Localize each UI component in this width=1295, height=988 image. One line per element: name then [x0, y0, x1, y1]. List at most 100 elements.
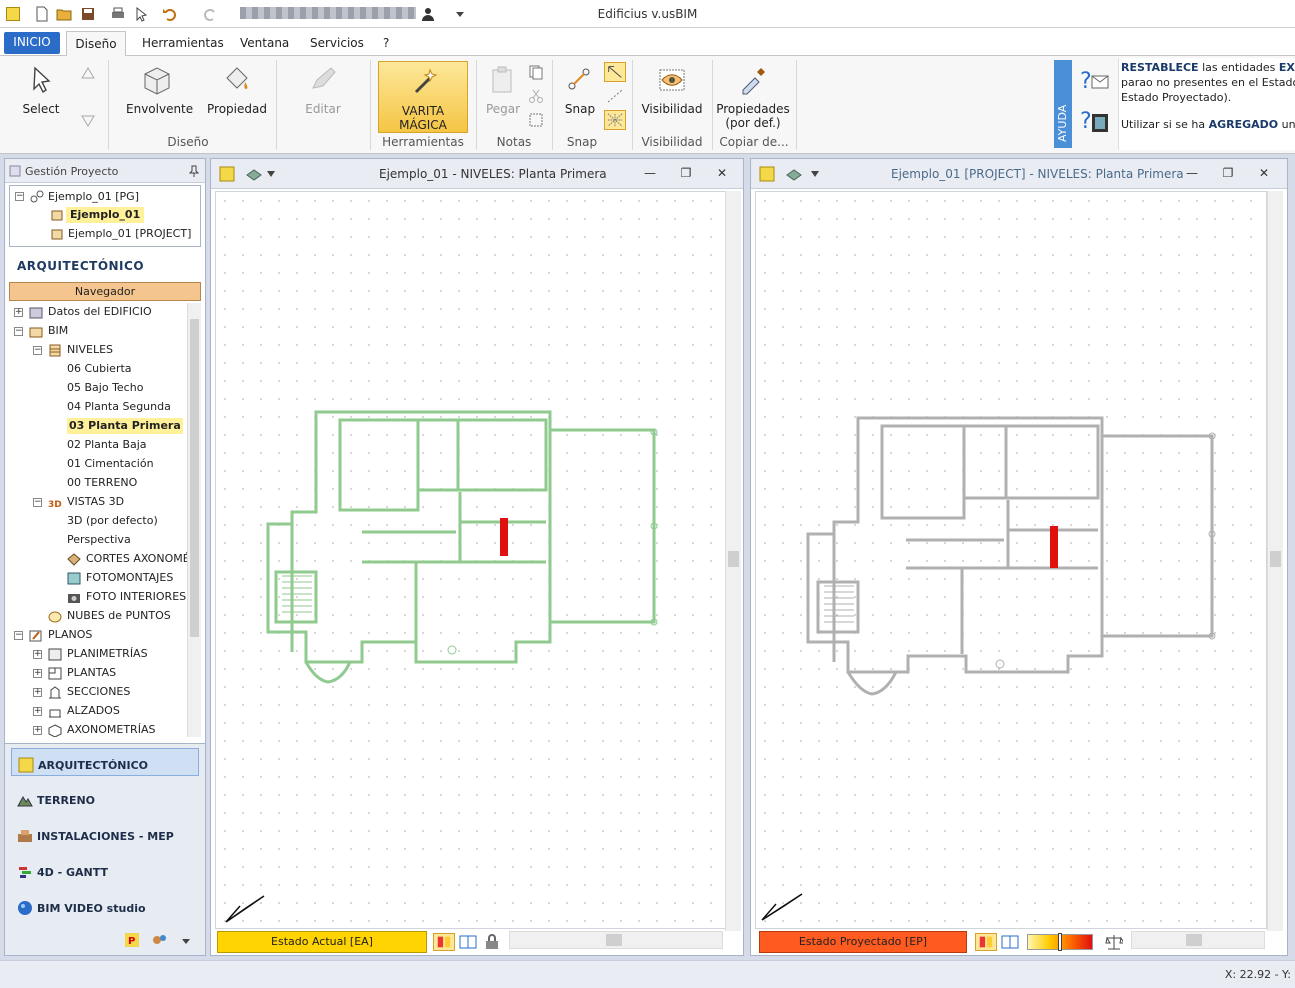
tab-herramientas[interactable]: Herramientas	[142, 36, 224, 50]
tab-ventana[interactable]: Ventana	[240, 36, 289, 50]
collapse-toggle[interactable]: −	[33, 346, 42, 355]
expand-toggle[interactable]: +	[33, 669, 42, 678]
scrollbar-thumb[interactable]	[606, 934, 622, 946]
module-terreno[interactable]: TERRENO	[11, 784, 199, 812]
cut-icon[interactable]	[528, 88, 544, 104]
propiedad-button[interactable]: Propiedad	[206, 64, 268, 116]
nav-item-niveles[interactable]: NIVELES	[67, 342, 113, 358]
tab-inicio[interactable]: INICIO	[4, 32, 60, 54]
nav-item-level-00[interactable]: 00 TERRENO	[67, 475, 137, 491]
nav-item-level-01[interactable]: 01 Cimentación	[67, 456, 154, 472]
nav-item-perspectiva[interactable]: Perspectiva	[67, 532, 131, 548]
snap-line-icon[interactable]	[604, 86, 626, 106]
nav-item-foto-interiores[interactable]: FOTO INTERIORES	[86, 589, 186, 605]
navigator-scrollbar[interactable]	[187, 303, 201, 737]
nav-item-alzados[interactable]: ALZADOS	[67, 703, 120, 719]
split-view-icon[interactable]	[1001, 934, 1019, 950]
snap-grid-icon[interactable]	[604, 110, 626, 130]
tab-help[interactable]: ?	[383, 36, 389, 50]
nav-item-level-03[interactable]: 03 Planta Primera	[67, 418, 183, 434]
snap-button[interactable]: Snap	[562, 64, 598, 116]
module-instalaciones[interactable]: INSTALACIONES - MEP	[11, 820, 199, 848]
nav-item-planos[interactable]: PLANOS	[48, 627, 92, 643]
editar-button[interactable]: Editar	[300, 64, 346, 116]
project-node-project[interactable]: Ejemplo_01 [PROJECT]	[68, 226, 191, 242]
visibilidad-button[interactable]: Visibilidad	[640, 64, 704, 116]
nav-item-level-05[interactable]: 05 Bajo Techo	[67, 380, 143, 396]
pegar-button[interactable]: Pegar	[484, 64, 522, 116]
minimize-button[interactable]: —	[1185, 167, 1199, 181]
vertical-scrollbar[interactable]	[725, 191, 741, 931]
envolvente-button[interactable]: Envolvente	[126, 64, 193, 116]
layers-icon[interactable]	[785, 166, 803, 182]
module-gantt[interactable]: 4D - GANTT	[11, 856, 199, 884]
scrollbar-thumb[interactable]	[728, 551, 739, 567]
expand-toggle[interactable]: +	[33, 688, 42, 697]
ayuda-tab[interactable]: AYUDA	[1054, 60, 1072, 148]
varita-magica-button[interactable]: VARITA MÁGICA	[378, 61, 468, 133]
tab-servicios[interactable]: Servicios	[310, 36, 364, 50]
chevron-down-icon[interactable]	[267, 171, 275, 177]
status-estado-actual[interactable]: Estado Actual [EA]	[217, 931, 427, 953]
scrollbar-thumb[interactable]	[190, 319, 199, 637]
nav-item-level-06[interactable]: 06 Cubierta	[67, 361, 132, 377]
module-bim-video[interactable]: BIM VIDEO studio	[11, 892, 199, 920]
p-badge-icon[interactable]: P	[125, 933, 139, 947]
close-button[interactable]: ✕	[715, 167, 729, 181]
tab-diseno[interactable]: Diseño	[66, 31, 126, 57]
state-toggle-icon[interactable]	[433, 933, 455, 951]
slider-handle[interactable]	[1058, 933, 1062, 951]
select-all-icon[interactable]	[528, 112, 544, 128]
select-button[interactable]: Select	[20, 64, 62, 116]
nav-item-axonometrias[interactable]: AXONOMETRÍAS	[67, 722, 155, 738]
nav-item-cortes[interactable]: CORTES AXONOMÉ	[86, 551, 190, 567]
nav-item-3d-default[interactable]: 3D (por defecto)	[67, 513, 158, 529]
project-node-pg[interactable]: Ejemplo_01 [PG]	[48, 189, 139, 205]
state-toggle-icon[interactable]	[975, 933, 997, 951]
maximize-button[interactable]: ❐	[1221, 167, 1235, 181]
minimize-button[interactable]: —	[643, 167, 657, 181]
split-view-icon[interactable]	[459, 934, 477, 950]
chevron-down-icon[interactable]	[181, 937, 191, 945]
collapse-toggle[interactable]: −	[33, 498, 42, 507]
collapse-toggle[interactable]: −	[14, 327, 23, 336]
collapse-toggle[interactable]: −	[15, 192, 24, 201]
copy-icon[interactable]	[528, 64, 544, 80]
collapse-toggle[interactable]: −	[14, 631, 23, 640]
lock-icon[interactable]	[485, 934, 499, 950]
nav-item-level-02[interactable]: 02 Planta Baja	[67, 437, 147, 453]
transparency-slider[interactable]	[1027, 933, 1093, 951]
nav-item-planimetrias[interactable]: PLANIMETRÍAS	[67, 646, 148, 662]
nav-item-plantas[interactable]: PLANTAS	[67, 665, 116, 681]
horizontal-scrollbar[interactable]	[1131, 931, 1265, 949]
balance-scale-icon[interactable]	[1105, 933, 1123, 951]
nav-item-vistas-3d[interactable]: VISTAS 3D	[67, 494, 124, 510]
maximize-button[interactable]: ❐	[679, 167, 693, 181]
drawing-canvas[interactable]	[755, 191, 1267, 929]
close-button[interactable]: ✕	[1257, 167, 1271, 181]
status-estado-proyectado[interactable]: Estado Proyectado [EP]	[759, 931, 967, 953]
nav-item-fotomontajes[interactable]: FOTOMONTAJES	[86, 570, 173, 586]
nav-item-bim[interactable]: BIM	[48, 323, 68, 339]
expand-toggle[interactable]: +	[33, 707, 42, 716]
scrollbar-thumb[interactable]	[1186, 934, 1202, 946]
expand-toggle[interactable]: +	[33, 726, 42, 735]
module-arquitectonico[interactable]: ARQUITECTÓNICO	[11, 748, 199, 776]
layers-icon[interactable]	[245, 166, 263, 182]
drawing-canvas[interactable]	[215, 191, 727, 929]
scrollbar-thumb[interactable]	[1270, 551, 1281, 567]
project-node-main[interactable]: Ejemplo_01	[66, 207, 145, 223]
horizontal-scrollbar[interactable]	[509, 931, 723, 949]
nav-item-nubes[interactable]: NUBES de PUNTOS	[67, 608, 171, 624]
architecture-icon[interactable]	[219, 166, 235, 182]
plugins-gear-icon[interactable]	[151, 933, 167, 947]
snap-endpoint-icon[interactable]	[604, 62, 626, 82]
pin-icon[interactable]	[189, 165, 199, 177]
nav-item-datos[interactable]: Datos del EDIFICIO	[48, 304, 152, 320]
chevron-down-icon[interactable]	[811, 171, 819, 177]
nav-item-level-04[interactable]: 04 Planta Segunda	[67, 399, 171, 415]
nav-item-secciones[interactable]: SECCIONES	[67, 684, 130, 700]
expand-toggle[interactable]: +	[14, 308, 23, 317]
navigator-header[interactable]: Navegador	[9, 282, 201, 301]
architecture-icon[interactable]	[759, 166, 775, 182]
